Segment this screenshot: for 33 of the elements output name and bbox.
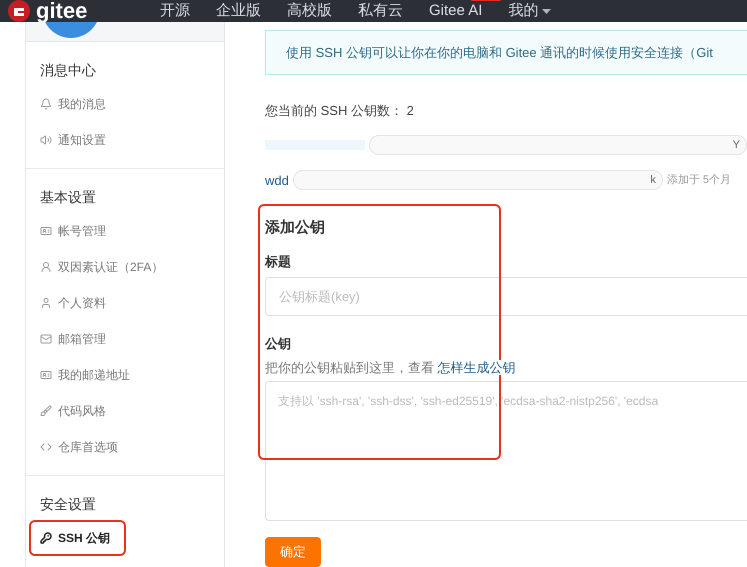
field-label: 公钥: [265, 335, 292, 353]
sidebar-item[interactable]: 邮箱管理: [26, 321, 224, 357]
help-link[interactable]: 怎样生成公钥: [438, 360, 516, 374]
section-heading: 基本设置: [39, 188, 97, 206]
key-title[interactable]: wdd: [265, 170, 289, 190]
sidebar-item[interactable]: 我的消息: [26, 86, 224, 122]
sidebar-item[interactable]: 仓库首选项: [26, 429, 224, 465]
logo-text[interactable]: gitee: [36, 0, 88, 22]
added-time: 添加于 5个月: [666, 173, 732, 188]
sidebar-item[interactable]: 我的邮递地址: [26, 357, 224, 393]
sidebar-item[interactable]: 代码风格: [26, 393, 224, 429]
nav-link[interactable]: 开源: [160, 0, 190, 22]
nav-link[interactable]: 高校版: [287, 0, 332, 22]
sidebar-item[interactable]: 通知设置: [26, 122, 224, 158]
title-field[interactable]: 公钥标题(key): [265, 277, 747, 316]
sidebar-item[interactable]: SSH 公钥: [29, 520, 126, 556]
nav-link[interactable]: 私有云: [358, 0, 403, 22]
info-notice: 使用 SSH 公钥可以让你在你的电脑和 Gitee 通讯的时候使用安全连接（Git: [265, 30, 747, 75]
section-heading: 消息中心: [39, 60, 97, 80]
sidebar-item[interactable]: 帐号管理: [26, 213, 224, 249]
fingerprint-pill: Y: [368, 134, 747, 155]
nav-dropdown[interactable]: 我的: [508, 0, 552, 22]
field-label: 标题: [265, 252, 292, 270]
nav-link[interactable]: 企业版: [216, 0, 261, 22]
key-count: 您当前的 SSH 公钥数： 2: [265, 102, 415, 120]
fingerprint-pill: k: [292, 170, 663, 190]
section-heading: 安全设置: [39, 494, 97, 514]
help-text: 把你的公钥粘贴到这里，查看 怎样生成公钥: [265, 358, 517, 376]
nav-link[interactable]: Gitee AI: [429, 2, 482, 19]
sidebar-item[interactable]: 双因素认证（2FA）: [26, 249, 224, 285]
sidebar-item[interactable]: 个人资料: [26, 285, 224, 321]
form-heading: 添加公钥: [265, 218, 326, 238]
key-field[interactable]: 支持以 'ssh-rsa', 'ssh-dss', 'ssh-ed25519', 'ecdsa-sha2-nistp256', 'ecdsa: [265, 381, 747, 521]
